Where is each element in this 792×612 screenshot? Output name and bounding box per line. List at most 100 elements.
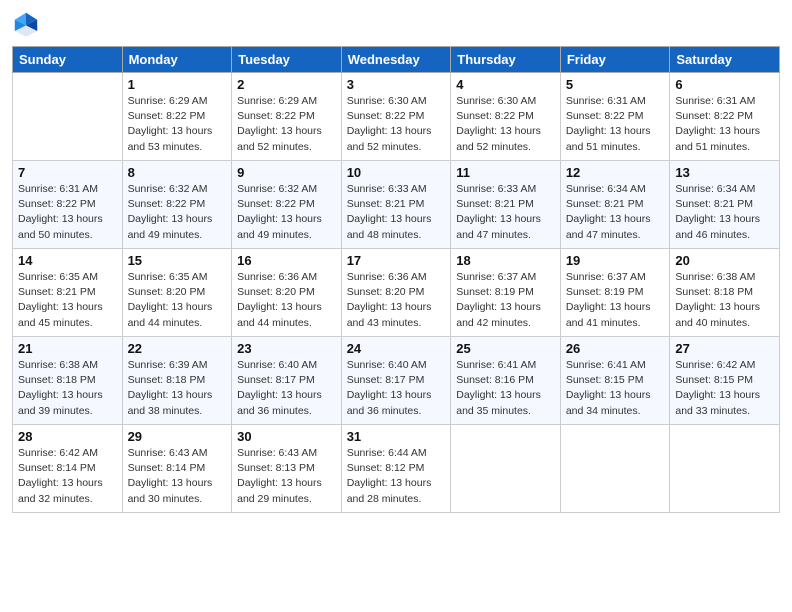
calendar-cell <box>560 425 670 513</box>
day-info: Sunrise: 6:33 AM Sunset: 8:21 PM Dayligh… <box>456 182 555 243</box>
day-number: 25 <box>456 341 555 356</box>
weekday-header-friday: Friday <box>560 47 670 73</box>
logo-icon <box>12 10 40 38</box>
day-number: 10 <box>347 165 446 180</box>
calendar-cell: 7 Sunrise: 6:31 AM Sunset: 8:22 PM Daylig… <box>13 161 123 249</box>
day-info: Sunrise: 6:30 AM Sunset: 8:22 PM Dayligh… <box>456 94 555 155</box>
day-number: 31 <box>347 429 446 444</box>
calendar-cell: 22 Sunrise: 6:39 AM Sunset: 8:18 PM Dayli… <box>122 337 232 425</box>
calendar-cell: 24 Sunrise: 6:40 AM Sunset: 8:17 PM Dayli… <box>341 337 451 425</box>
calendar-cell: 10 Sunrise: 6:33 AM Sunset: 8:21 PM Dayli… <box>341 161 451 249</box>
day-info: Sunrise: 6:43 AM Sunset: 8:14 PM Dayligh… <box>128 446 227 507</box>
day-number: 23 <box>237 341 336 356</box>
day-info: Sunrise: 6:30 AM Sunset: 8:22 PM Dayligh… <box>347 94 446 155</box>
calendar-cell: 15 Sunrise: 6:35 AM Sunset: 8:20 PM Dayli… <box>122 249 232 337</box>
calendar-cell: 20Sunrise: 6:38 AM Sunset: 8:18 PM Dayli… <box>670 249 780 337</box>
calendar-cell: 9Sunrise: 6:32 AM Sunset: 8:22 PM Daylig… <box>232 161 342 249</box>
day-number: 28 <box>18 429 117 444</box>
day-number: 17 <box>347 253 446 268</box>
logo <box>12 10 44 38</box>
day-number: 21 <box>18 341 117 356</box>
calendar-cell: 8Sunrise: 6:32 AM Sunset: 8:22 PM Daylig… <box>122 161 232 249</box>
calendar-cell: 23 Sunrise: 6:40 AM Sunset: 8:17 PM Dayli… <box>232 337 342 425</box>
calendar-cell: 28Sunrise: 6:42 AM Sunset: 8:14 PM Dayli… <box>13 425 123 513</box>
weekday-header-saturday: Saturday <box>670 47 780 73</box>
day-info: Sunrise: 6:38 AM Sunset: 8:18 PM Dayligh… <box>18 358 117 419</box>
day-number: 26 <box>566 341 665 356</box>
header <box>12 10 780 38</box>
day-info: Sunrise: 6:34 AM Sunset: 8:21 PM Dayligh… <box>566 182 665 243</box>
calendar-week-row: 21 Sunrise: 6:38 AM Sunset: 8:18 PM Dayli… <box>13 337 780 425</box>
day-number: 30 <box>237 429 336 444</box>
day-number: 22 <box>128 341 227 356</box>
day-number: 18 <box>456 253 555 268</box>
day-number: 29 <box>128 429 227 444</box>
weekday-header-tuesday: Tuesday <box>232 47 342 73</box>
calendar-week-row: 1 Sunrise: 6:29 AM Sunset: 8:22 PM Daylig… <box>13 73 780 161</box>
calendar-cell <box>670 425 780 513</box>
day-info: Sunrise: 6:41 AM Sunset: 8:15 PM Dayligh… <box>566 358 665 419</box>
calendar-week-row: 14 Sunrise: 6:35 AM Sunset: 8:21 PM Dayli… <box>13 249 780 337</box>
calendar-cell: 26 Sunrise: 6:41 AM Sunset: 8:15 PM Dayli… <box>560 337 670 425</box>
calendar-cell: 11 Sunrise: 6:33 AM Sunset: 8:21 PM Dayli… <box>451 161 561 249</box>
day-info: Sunrise: 6:40 AM Sunset: 8:17 PM Dayligh… <box>347 358 446 419</box>
day-info: Sunrise: 6:35 AM Sunset: 8:21 PM Dayligh… <box>18 270 117 331</box>
day-info: Sunrise: 6:42 AM Sunset: 8:15 PM Dayligh… <box>675 358 774 419</box>
day-number: 13 <box>675 165 774 180</box>
calendar-cell: 12Sunrise: 6:34 AM Sunset: 8:21 PM Dayli… <box>560 161 670 249</box>
day-info: Sunrise: 6:41 AM Sunset: 8:16 PM Dayligh… <box>456 358 555 419</box>
calendar-cell: 6Sunrise: 6:31 AM Sunset: 8:22 PM Daylig… <box>670 73 780 161</box>
day-info: Sunrise: 6:37 AM Sunset: 8:19 PM Dayligh… <box>456 270 555 331</box>
day-number: 1 <box>128 77 227 92</box>
day-number: 14 <box>18 253 117 268</box>
day-number: 2 <box>237 77 336 92</box>
calendar-cell: 4 Sunrise: 6:30 AM Sunset: 8:22 PM Daylig… <box>451 73 561 161</box>
day-info: Sunrise: 6:32 AM Sunset: 8:22 PM Dayligh… <box>128 182 227 243</box>
day-info: Sunrise: 6:31 AM Sunset: 8:22 PM Dayligh… <box>566 94 665 155</box>
day-info: Sunrise: 6:31 AM Sunset: 8:22 PM Dayligh… <box>18 182 117 243</box>
day-info: Sunrise: 6:37 AM Sunset: 8:19 PM Dayligh… <box>566 270 665 331</box>
day-number: 20 <box>675 253 774 268</box>
calendar-cell <box>451 425 561 513</box>
day-info: Sunrise: 6:35 AM Sunset: 8:20 PM Dayligh… <box>128 270 227 331</box>
calendar-cell: 13 Sunrise: 6:34 AM Sunset: 8:21 PM Dayli… <box>670 161 780 249</box>
day-info: Sunrise: 6:43 AM Sunset: 8:13 PM Dayligh… <box>237 446 336 507</box>
calendar-week-row: 7 Sunrise: 6:31 AM Sunset: 8:22 PM Daylig… <box>13 161 780 249</box>
calendar-cell: 5 Sunrise: 6:31 AM Sunset: 8:22 PM Daylig… <box>560 73 670 161</box>
day-info: Sunrise: 6:44 AM Sunset: 8:12 PM Dayligh… <box>347 446 446 507</box>
weekday-header-sunday: Sunday <box>13 47 123 73</box>
day-number: 6 <box>675 77 774 92</box>
day-info: Sunrise: 6:36 AM Sunset: 8:20 PM Dayligh… <box>347 270 446 331</box>
calendar-container: SundayMondayTuesdayWednesdayThursdayFrid… <box>0 0 792 612</box>
calendar-cell: 19 Sunrise: 6:37 AM Sunset: 8:19 PM Dayli… <box>560 249 670 337</box>
day-number: 24 <box>347 341 446 356</box>
calendar-cell <box>13 73 123 161</box>
day-number: 11 <box>456 165 555 180</box>
day-info: Sunrise: 6:33 AM Sunset: 8:21 PM Dayligh… <box>347 182 446 243</box>
calendar-cell: 31 Sunrise: 6:44 AM Sunset: 8:12 PM Dayli… <box>341 425 451 513</box>
day-info: Sunrise: 6:34 AM Sunset: 8:21 PM Dayligh… <box>675 182 774 243</box>
calendar-cell: 27 Sunrise: 6:42 AM Sunset: 8:15 PM Dayli… <box>670 337 780 425</box>
calendar-cell: 3 Sunrise: 6:30 AM Sunset: 8:22 PM Daylig… <box>341 73 451 161</box>
day-number: 19 <box>566 253 665 268</box>
day-info: Sunrise: 6:40 AM Sunset: 8:17 PM Dayligh… <box>237 358 336 419</box>
day-number: 4 <box>456 77 555 92</box>
calendar-cell: 1 Sunrise: 6:29 AM Sunset: 8:22 PM Daylig… <box>122 73 232 161</box>
day-number: 9 <box>237 165 336 180</box>
day-info: Sunrise: 6:29 AM Sunset: 8:22 PM Dayligh… <box>237 94 336 155</box>
calendar-table: SundayMondayTuesdayWednesdayThursdayFrid… <box>12 46 780 513</box>
day-number: 5 <box>566 77 665 92</box>
weekday-header-row: SundayMondayTuesdayWednesdayThursdayFrid… <box>13 47 780 73</box>
day-info: Sunrise: 6:36 AM Sunset: 8:20 PM Dayligh… <box>237 270 336 331</box>
calendar-cell: 14 Sunrise: 6:35 AM Sunset: 8:21 PM Dayli… <box>13 249 123 337</box>
day-info: Sunrise: 6:39 AM Sunset: 8:18 PM Dayligh… <box>128 358 227 419</box>
calendar-cell: 17 Sunrise: 6:36 AM Sunset: 8:20 PM Dayli… <box>341 249 451 337</box>
calendar-cell: 21 Sunrise: 6:38 AM Sunset: 8:18 PM Dayli… <box>13 337 123 425</box>
day-info: Sunrise: 6:29 AM Sunset: 8:22 PM Dayligh… <box>128 94 227 155</box>
day-number: 3 <box>347 77 446 92</box>
day-number: 7 <box>18 165 117 180</box>
day-number: 15 <box>128 253 227 268</box>
day-number: 16 <box>237 253 336 268</box>
day-number: 27 <box>675 341 774 356</box>
calendar-cell: 29 Sunrise: 6:43 AM Sunset: 8:14 PM Dayli… <box>122 425 232 513</box>
